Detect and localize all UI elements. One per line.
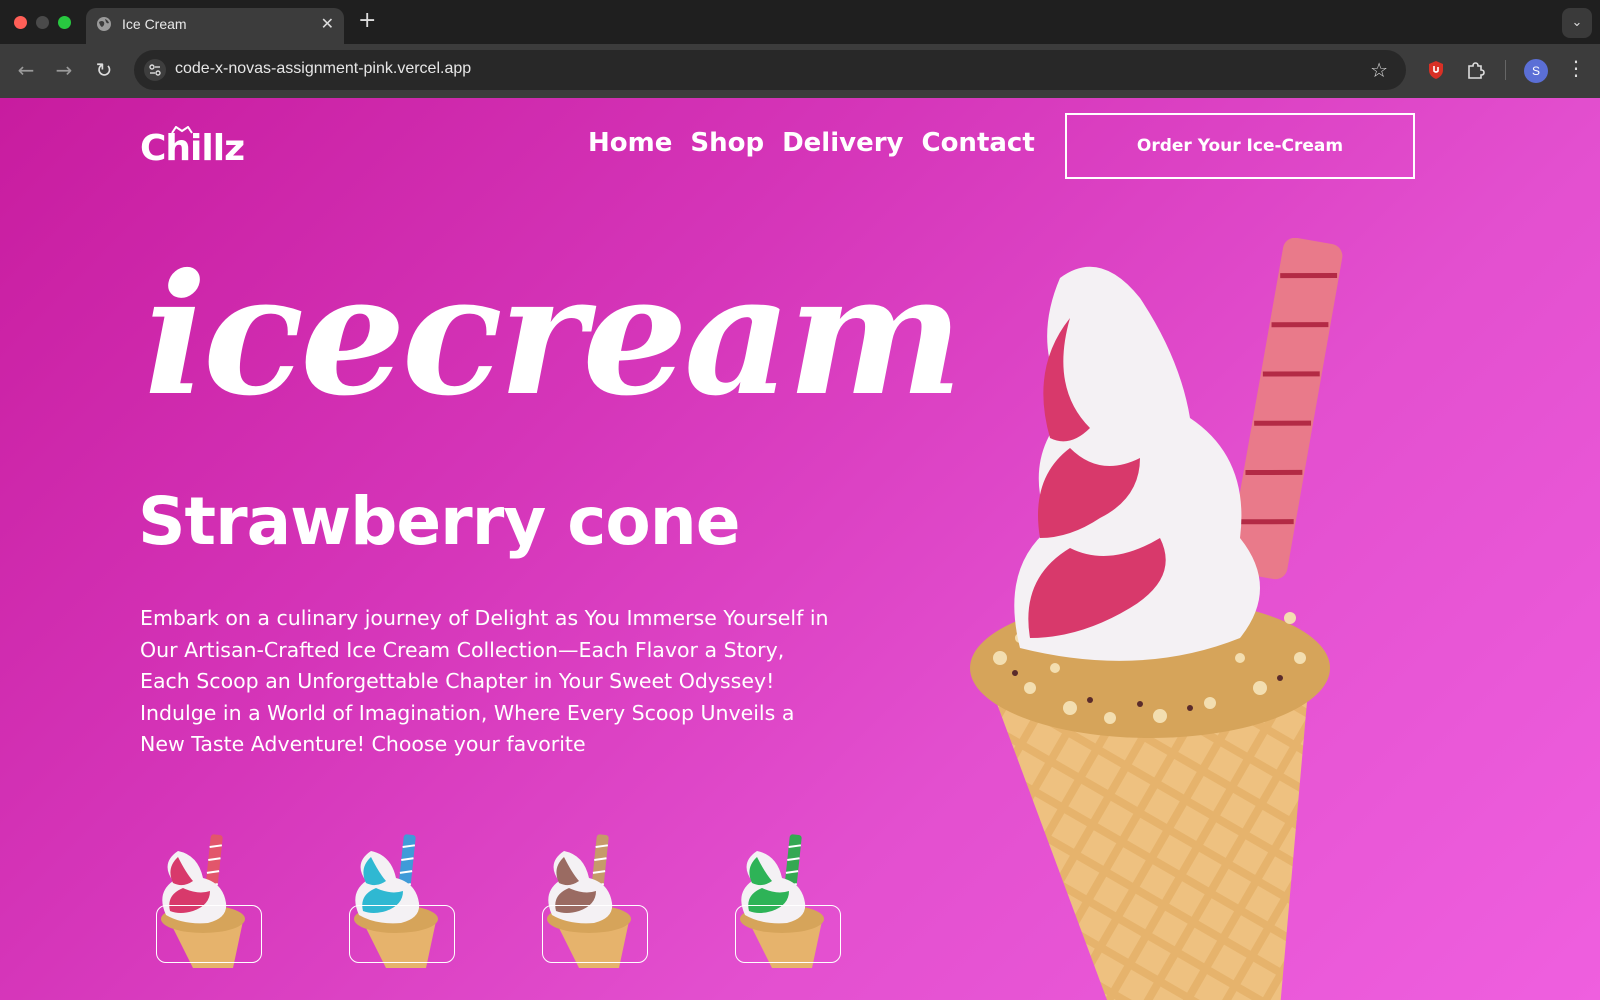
landing-page: Chillz Home Shop Delivery Contact Order … xyxy=(0,98,1600,1000)
thumb-frame xyxy=(156,905,262,963)
hero-cone-image xyxy=(970,238,1343,1000)
avatar[interactable]: S xyxy=(1524,59,1548,83)
site-info-icon[interactable] xyxy=(144,59,166,81)
puzzle-icon[interactable] xyxy=(1464,58,1488,82)
logo[interactable]: Chillz xyxy=(140,126,245,169)
flavor-thumb-strawberry[interactable] xyxy=(148,833,263,968)
flavor-thumb-blueberry[interactable] xyxy=(341,833,456,968)
nav-home[interactable]: Home xyxy=(588,128,672,158)
tab-title: Ice Cream xyxy=(122,16,187,32)
browser-tab-bar: Ice Cream ✕ + ⌄ xyxy=(0,0,1600,44)
forward-icon[interactable]: → xyxy=(52,58,76,82)
crown-icon xyxy=(171,126,193,134)
nav-delivery[interactable]: Delivery xyxy=(782,128,903,158)
star-icon[interactable]: ☆ xyxy=(1370,58,1388,82)
back-icon[interactable]: ← xyxy=(14,58,38,82)
browser-tab[interactable]: Ice Cream ✕ xyxy=(86,8,344,44)
flavor-thumb-mint[interactable] xyxy=(727,833,842,968)
tab-search-chevron-icon[interactable]: ⌄ xyxy=(1562,8,1592,38)
hero-script-title: icecream xyxy=(144,238,963,433)
thumb-frame xyxy=(349,905,455,963)
nav-contact[interactable]: Contact xyxy=(921,128,1034,158)
close-tab-icon[interactable]: ✕ xyxy=(321,14,334,33)
hero-subtitle: Strawberry cone xyxy=(138,483,740,560)
globe-icon xyxy=(97,17,111,31)
order-button[interactable]: Order Your Ice-Cream xyxy=(1065,113,1415,179)
wafer-stick xyxy=(1228,238,1343,580)
hero-description: Embark on a culinary journey of Delight … xyxy=(140,606,829,756)
menu-icon[interactable]: ⋮ xyxy=(1566,56,1586,80)
main-nav: Home Shop Delivery Contact xyxy=(588,128,1035,158)
thumb-frame xyxy=(542,905,648,963)
new-tab-icon[interactable]: + xyxy=(358,8,376,33)
browser-toolbar: ← → ↻ code-x-novas-assignment-pink.verce… xyxy=(0,44,1600,98)
maximize-window-button[interactable] xyxy=(58,16,71,29)
reload-icon[interactable]: ↻ xyxy=(92,58,116,82)
thumb-frame xyxy=(735,905,841,963)
close-window-button[interactable] xyxy=(14,16,27,29)
flavor-selector xyxy=(148,833,848,1000)
logo-text: Chillz xyxy=(140,128,245,169)
toolbar-divider xyxy=(1505,60,1506,80)
minimize-window-button[interactable] xyxy=(36,16,49,29)
address-bar[interactable]: code-x-novas-assignment-pink.vercel.app … xyxy=(134,50,1406,90)
flavor-thumb-chocolate[interactable] xyxy=(534,833,649,968)
url-text: code-x-novas-assignment-pink.vercel.app xyxy=(175,60,472,77)
nav-shop[interactable]: Shop xyxy=(690,128,764,158)
extension-icon[interactable] xyxy=(1424,58,1448,82)
